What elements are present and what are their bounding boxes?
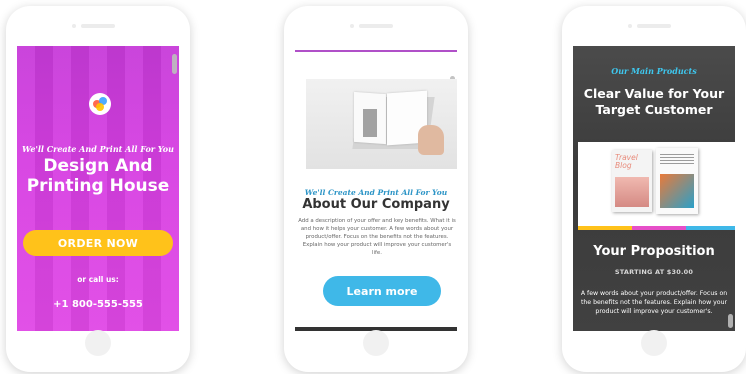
phone-mockup-1: We'll Create And Print All For You Desig… xyxy=(6,6,190,372)
home-button xyxy=(363,330,389,356)
home-button xyxy=(85,330,111,356)
screen-design-printing: We'll Create And Print All For You Desig… xyxy=(17,46,179,331)
color-circles-icon xyxy=(93,97,107,111)
divider xyxy=(295,50,457,52)
travel-blog-book: Travel Blog xyxy=(612,150,652,212)
price-label: STARTING AT $30.00 xyxy=(614,268,694,276)
speaker-icon xyxy=(350,24,393,28)
section-title: Clear Value for Your Target Customer xyxy=(573,86,735,118)
scrollbar[interactable] xyxy=(728,314,733,328)
color-stripe-pink xyxy=(632,226,686,230)
proposition-description: A few words about your product/offer. Fo… xyxy=(580,290,728,315)
hero-headline: Design And Printing House xyxy=(17,156,179,196)
screen-products: Our Main Products Clear Value for Your T… xyxy=(573,46,735,331)
home-button xyxy=(641,330,667,356)
speaker-icon xyxy=(628,24,671,28)
color-stripe-yellow xyxy=(578,226,632,230)
screen-about-company: We'll Create And Print All For You About… xyxy=(295,46,457,331)
tagline: We'll Create And Print All For You xyxy=(304,188,448,197)
tagline: We'll Create And Print All For You xyxy=(22,144,174,154)
learn-more-button[interactable]: Learn more xyxy=(323,276,441,306)
phone-number-link[interactable]: +1 800-555-555 xyxy=(17,299,179,310)
brand-logo xyxy=(89,93,111,115)
call-label: or call us: xyxy=(77,275,119,284)
section-description: Add a description of your offer and key … xyxy=(298,218,456,256)
section-title: About Our Company xyxy=(302,197,450,212)
title-line-2: Target Customer xyxy=(595,102,713,117)
section-eyebrow: Our Main Products xyxy=(611,66,697,76)
open-book-photo xyxy=(306,79,457,169)
phone-mockup-3: Our Main Products Clear Value for Your T… xyxy=(562,6,746,372)
speaker-icon xyxy=(72,24,115,28)
color-stripe-blue xyxy=(686,226,735,230)
order-now-button[interactable]: ORDER NOW xyxy=(23,230,173,256)
headline-line-1: Design And xyxy=(43,156,153,176)
book-title: Travel Blog xyxy=(615,153,638,170)
headline-line-2: Printing House xyxy=(26,176,170,196)
phone-mockup-2: We'll Create And Print All For You About… xyxy=(284,6,468,372)
second-book xyxy=(656,148,698,214)
scrollbar[interactable] xyxy=(172,54,177,74)
title-line-1: Clear Value for Your xyxy=(583,86,725,101)
product-image-card: Travel Blog xyxy=(578,142,735,230)
proposition-heading: Your Proposition xyxy=(593,244,715,259)
